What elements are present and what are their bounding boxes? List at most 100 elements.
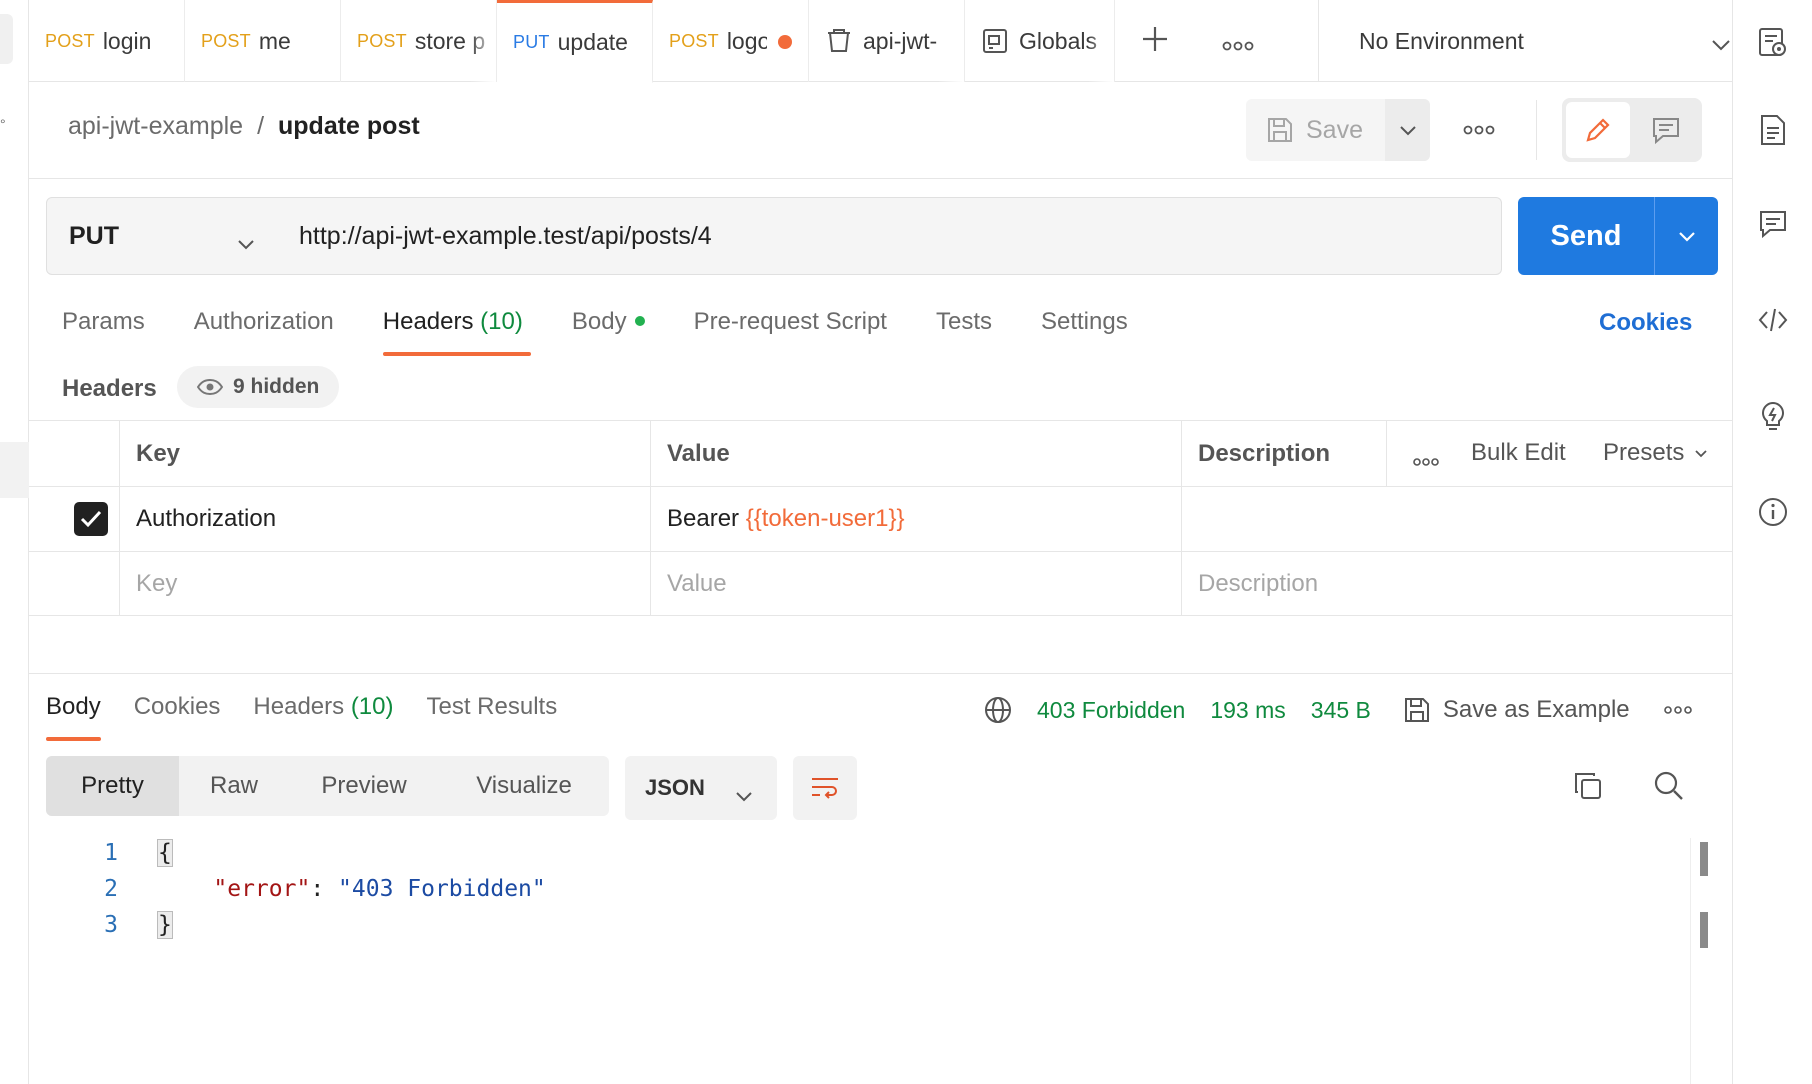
header-value-field[interactable]: Bearer {{token-user1}}	[650, 487, 1181, 551]
header-key-field[interactable]: Authorization	[119, 487, 650, 551]
new-key-input[interactable]: Key	[119, 552, 650, 615]
breadcrumb-request[interactable]: update post	[278, 112, 420, 141]
copy-icon[interactable]	[1572, 770, 1604, 808]
json-key: "error"	[213, 876, 311, 902]
send-button[interactable]: Send	[1518, 197, 1718, 275]
wrap-lines-button[interactable]	[793, 756, 857, 820]
hidden-headers-toggle[interactable]: 9 hidden	[177, 366, 340, 408]
cookies-link[interactable]: Cookies	[1599, 309, 1692, 337]
presets-dropdown[interactable]: Presets	[1603, 439, 1708, 467]
documentation-icon[interactable]	[1755, 112, 1791, 148]
info-icon[interactable]	[1755, 494, 1791, 530]
tab-label: me	[258, 27, 291, 54]
request-more-icon[interactable]	[1463, 116, 1495, 143]
tab-globals[interactable]: Globals	[965, 0, 1115, 82]
tab-collection[interactable]: api-jwt-	[809, 0, 965, 82]
response-tab-body[interactable]: Body	[46, 693, 101, 741]
globe-icon[interactable]	[983, 695, 1013, 725]
response-more-icon[interactable]	[1663, 704, 1692, 716]
column-value: Value	[650, 421, 1181, 486]
chevron-down-icon	[1695, 449, 1708, 457]
column-description: Description	[1181, 421, 1386, 486]
pencil-icon	[1586, 118, 1610, 142]
format-visualize[interactable]: Visualize	[439, 756, 609, 816]
send-label: Send	[1550, 219, 1622, 252]
header-value-variable: {{token-user1}}	[745, 505, 905, 532]
code-icon[interactable]	[1755, 302, 1791, 338]
header-enabled-checkbox[interactable]	[74, 502, 108, 536]
tab-label: Globals	[1019, 27, 1097, 54]
lightbulb-icon[interactable]	[1755, 398, 1791, 434]
scrollbar-thumb[interactable]	[1700, 842, 1708, 876]
collection-icon	[825, 27, 853, 55]
response-headers-count: (10)	[350, 693, 394, 720]
tab-tests[interactable]: Tests	[936, 308, 992, 356]
response-tab-cookies[interactable]: Cookies	[134, 693, 221, 741]
build-mode-button[interactable]	[1566, 102, 1630, 158]
json-open-brace: {	[157, 839, 173, 867]
sidebar-collapse-handle[interactable]	[0, 14, 13, 64]
tab-label: login	[102, 27, 152, 54]
new-description-input[interactable]: Description	[1181, 552, 1732, 615]
format-raw[interactable]: Raw	[179, 756, 289, 816]
tab-settings[interactable]: Settings	[1041, 308, 1128, 356]
tab-body-label: Body	[571, 308, 627, 335]
tab-update[interactable]: PUT update	[497, 0, 653, 83]
header-description-field[interactable]	[1181, 487, 1732, 551]
left-sidebar-edge: °	[0, 0, 29, 1084]
sidebar-selected-row[interactable]	[0, 442, 29, 498]
environment-selector[interactable]: No Environment	[1318, 0, 1761, 82]
language-select[interactable]: JSON	[625, 756, 777, 820]
tab-headers[interactable]: Headers (10)	[382, 308, 531, 356]
format-pretty[interactable]: Pretty	[46, 756, 179, 816]
header-value-prefix: Bearer	[667, 505, 746, 532]
scrollbar-marker	[1700, 912, 1708, 948]
language-value: JSON	[645, 775, 705, 800]
status-code[interactable]: 403 Forbidden	[1037, 697, 1185, 724]
tab-prerequest-script[interactable]: Pre-request Script	[694, 308, 887, 356]
presets-label: Presets	[1603, 439, 1685, 466]
tab-logout[interactable]: POST logout	[653, 0, 809, 82]
response-time[interactable]: 193 ms	[1210, 697, 1285, 724]
response-tab-headers[interactable]: Headers (10)	[253, 693, 393, 741]
tab-login[interactable]: POST login	[29, 0, 185, 82]
breadcrumb: api-jwt-example / update post	[68, 112, 420, 141]
table-more-icon[interactable]	[1413, 447, 1439, 475]
checkmark-icon	[80, 510, 102, 528]
method-value: PUT	[69, 221, 119, 250]
tab-body[interactable]: Body	[572, 308, 645, 356]
response-tab-test-results[interactable]: Test Results	[427, 693, 558, 741]
new-value-input[interactable]: Value	[650, 552, 1181, 615]
request-tabs: Params Authorization Headers (10) Body P…	[62, 308, 1177, 356]
chevron-down-icon	[237, 228, 255, 257]
header-key-value: Authorization	[136, 505, 277, 532]
tab-params[interactable]: Params	[62, 308, 145, 356]
comments-icon[interactable]	[1755, 206, 1791, 242]
tab-me[interactable]: POST me	[185, 0, 341, 82]
table-actions-cell: Bulk Edit Presets	[1386, 421, 1732, 486]
send-options-button[interactable]	[1654, 197, 1718, 275]
new-tab-plus-icon[interactable]	[1140, 24, 1170, 60]
table-header-row: Key Value Description Bulk Edit Presets	[29, 421, 1732, 487]
tab-authorization[interactable]: Authorization	[194, 308, 334, 356]
table-row: Key Value Description	[29, 552, 1732, 616]
breadcrumb-collection[interactable]: api-jwt-example	[68, 112, 243, 141]
request-tab-bar: POST login POST me POST store p PUT upda…	[29, 0, 1732, 83]
bulk-edit-button[interactable]: Bulk Edit	[1471, 439, 1566, 467]
comment-mode-button[interactable]	[1634, 102, 1698, 158]
environment-quicklook-icon[interactable]	[1755, 24, 1791, 60]
tab-store[interactable]: POST store p	[341, 0, 497, 82]
headers-table: Key Value Description Bulk Edit Presets …	[29, 420, 1732, 620]
chevron-down-icon	[1711, 30, 1731, 57]
save-as-example-button[interactable]: Save as Example	[1403, 696, 1630, 724]
method-select[interactable]: PUT	[46, 197, 278, 275]
response-size[interactable]: 345 B	[1311, 697, 1371, 724]
tabs-more-icon[interactable]	[1222, 32, 1254, 59]
url-input[interactable]: http://api-jwt-example.test/api/posts/4	[277, 197, 1502, 275]
save-icon	[1404, 698, 1429, 722]
format-preview[interactable]: Preview	[289, 756, 439, 816]
chevron-down-icon	[1399, 125, 1416, 135]
save-options-button[interactable]	[1385, 99, 1430, 161]
pane-divider[interactable]	[29, 673, 1732, 674]
search-icon[interactable]	[1653, 770, 1685, 808]
